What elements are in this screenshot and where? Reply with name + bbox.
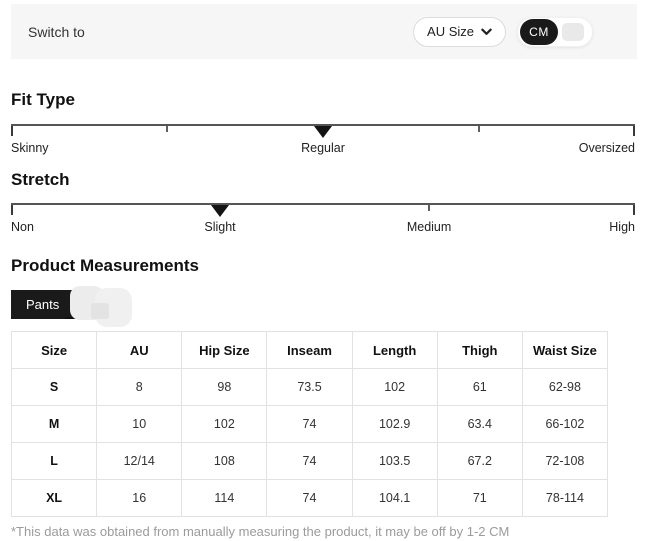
table-cell: 108 — [182, 443, 267, 480]
stretch-marker-icon — [211, 205, 229, 217]
scale-label-slight: Slight — [204, 220, 235, 234]
scale-label-high: High — [609, 220, 635, 234]
table-cell: 74 — [267, 480, 352, 517]
column-header: AU — [97, 332, 182, 369]
table-cell: 62-98 — [522, 369, 607, 406]
fit-type-track — [11, 124, 635, 136]
scale-label-non: Non — [11, 220, 34, 234]
table-cell: 74 — [267, 443, 352, 480]
table-row: XL1611474104.17178-114 — [12, 480, 608, 517]
table-cell: 102.9 — [352, 406, 437, 443]
column-header: Size — [12, 332, 97, 369]
column-header: Inseam — [267, 332, 352, 369]
table-cell: 10 — [97, 406, 182, 443]
unit-toggle-cm-option[interactable]: CM — [520, 19, 558, 45]
table-cell: 103.5 — [352, 443, 437, 480]
table-row: S89873.51026162-98 — [12, 369, 608, 406]
fit-type-scale: Skinny Regular Oversized — [11, 124, 635, 157]
switch-to-label: Switch to — [28, 24, 85, 40]
column-header: Hip Size — [182, 332, 267, 369]
product-measurements-heading: Product Measurements — [11, 255, 651, 276]
scale-tick — [11, 126, 13, 136]
column-header: Length — [352, 332, 437, 369]
table-cell: 98 — [182, 369, 267, 406]
scale-tick — [478, 126, 480, 132]
table-cell: 63.4 — [437, 406, 522, 443]
table-cell: L — [12, 443, 97, 480]
measurements-tabbar: Pants — [11, 290, 635, 319]
size-guide-page: Switch to AU Size CM Fit Type Ski — [11, 4, 651, 539]
stretch-heading: Stretch — [11, 169, 651, 190]
table-cell: 74 — [267, 406, 352, 443]
scale-label-regular: Regular — [301, 141, 345, 155]
table-cell: 71 — [437, 480, 522, 517]
table-cell: 102 — [352, 369, 437, 406]
table-cell: 16 — [97, 480, 182, 517]
stretch-track — [11, 203, 635, 215]
fit-type-labels: Skinny Regular Oversized — [11, 141, 635, 157]
table-cell: 104.1 — [352, 480, 437, 517]
fit-type-marker-icon — [314, 126, 332, 138]
table-cell: 61 — [437, 369, 522, 406]
table-row: L12/1410874103.567.272-108 — [12, 443, 608, 480]
table-cell: 102 — [182, 406, 267, 443]
table-cell: 78-114 — [522, 480, 607, 517]
table-cell: 12/14 — [97, 443, 182, 480]
table-cell: M — [12, 406, 97, 443]
table-cell: S — [12, 369, 97, 406]
table-cell: 114 — [182, 480, 267, 517]
scale-tick — [633, 205, 635, 215]
unit-toggle[interactable]: CM — [517, 17, 593, 47]
measurements-table: SizeAUHip SizeInseamLengthThighWaist Siz… — [11, 331, 608, 517]
size-standard-value: AU Size — [427, 24, 474, 39]
size-standard-dropdown[interactable]: AU Size — [413, 17, 506, 47]
scale-label-medium: Medium — [407, 220, 451, 234]
scale-tick — [11, 205, 13, 215]
fit-type-heading: Fit Type — [11, 89, 651, 110]
scale-tick — [166, 126, 168, 132]
unit-toggle-blurred-option[interactable] — [562, 23, 584, 41]
stretch-labels: Non Slight Medium High — [11, 220, 635, 236]
scale-label-skinny: Skinny — [11, 141, 49, 155]
table-cell: 73.5 — [267, 369, 352, 406]
column-header: Waist Size — [522, 332, 607, 369]
scale-label-oversized: Oversized — [579, 141, 635, 155]
scale-tick — [428, 205, 430, 211]
table-cell: 72-108 — [522, 443, 607, 480]
tabbar-underline — [65, 290, 102, 319]
table-header-row: SizeAUHip SizeInseamLengthThighWaist Siz… — [12, 332, 608, 369]
chevron-down-icon — [481, 28, 492, 36]
stretch-scale: Non Slight Medium High — [11, 203, 635, 236]
table-row: M1010274102.963.466-102 — [12, 406, 608, 443]
table-cell: XL — [12, 480, 97, 517]
table-cell: 67.2 — [437, 443, 522, 480]
table-cell: 8 — [97, 369, 182, 406]
column-header: Thigh — [437, 332, 522, 369]
table-cell: 66-102 — [522, 406, 607, 443]
unit-switch-bar: Switch to AU Size CM — [11, 4, 637, 59]
scale-tick — [633, 126, 635, 136]
unit-controls: AU Size CM — [413, 17, 593, 47]
